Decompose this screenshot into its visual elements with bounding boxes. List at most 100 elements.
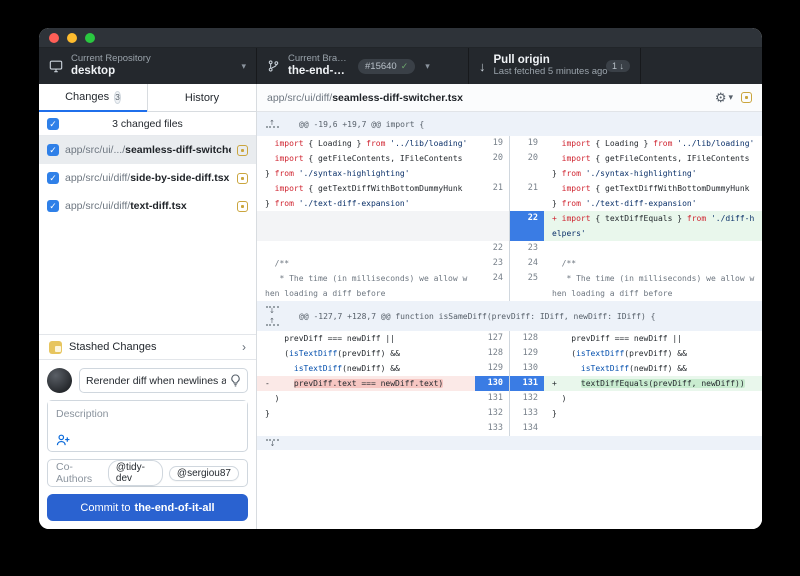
stash-icon [49, 340, 62, 354]
pull-request-number: #15640 [365, 60, 397, 72]
line-number[interactable]: 134 [510, 421, 544, 436]
line-number[interactable]: 21 [475, 181, 509, 211]
diff-code: prevDiff === newDiff || [265, 334, 396, 343]
chevron-down-icon: ▾ [425, 60, 430, 71]
current-repository-button[interactable]: Current Repository desktop ▾ [39, 48, 257, 84]
diff-code: * The time (in milliseconds) we allow w … [265, 274, 468, 298]
expand-up-button[interactable]: ↑ [265, 120, 279, 128]
line-number[interactable]: 130 [510, 361, 544, 376]
line-number[interactable]: 129 [475, 361, 509, 376]
file-path: app/src/ui/diff/side-by-side-diff.tsx [65, 172, 230, 184]
diff-options-button[interactable]: ⚙ ▾ [715, 90, 733, 106]
line-number[interactable]: 22 [510, 211, 544, 241]
diff-line: import { getFileContents, IFileContents … [257, 151, 762, 181]
tab-history-label: History [184, 91, 220, 104]
hunk-expand-gutter: ↓ ↑ [257, 306, 287, 326]
zoom-window-button[interactable] [85, 32, 95, 43]
minimize-window-button[interactable] [67, 32, 77, 43]
hunk-expand-gutter: ↑ [257, 120, 287, 128]
diff-left-side: * The time (in milliseconds) we allow w … [257, 271, 509, 301]
line-number[interactable]: 25 [510, 271, 544, 301]
file-checkbox[interactable] [47, 172, 59, 184]
diff-code: /** [265, 259, 290, 268]
line-number[interactable]: 19 [475, 136, 509, 151]
coauthor-pill[interactable]: @sergiou87 [168, 465, 239, 481]
pull-request-badge: #15640 ✓ [358, 58, 416, 74]
current-branch-name: the-end-of… [288, 64, 350, 77]
line-number[interactable]: 22 [475, 241, 509, 256]
commit-description-textarea[interactable] [48, 401, 247, 431]
line-number[interactable]: 128 [510, 331, 544, 346]
diff-code: import { Loading } from '../lib/loading' [561, 139, 755, 148]
diff-right-side: prevDiff === newDiff || 128 [510, 331, 762, 346]
line-number[interactable]: 133 [510, 406, 544, 421]
current-repository-label: Current Repository [71, 52, 151, 64]
diff-right-side: import { Loading } from '../lib/loading'… [510, 136, 762, 151]
diff-code: } [552, 409, 557, 418]
line-number[interactable]: 133 [475, 421, 509, 436]
line-number[interactable]: 19 [510, 136, 544, 151]
line-number[interactable]: 20 [475, 151, 509, 181]
coauthors-row: Co-Authors @tidy-dev @sergiou87 [47, 459, 248, 487]
diff-line: } 132} 133 [257, 406, 762, 421]
line-number[interactable]: 127 [475, 331, 509, 346]
tab-changes[interactable]: Changes 3 [39, 84, 147, 112]
current-branch-button[interactable]: Current Bra… the-end-of… #15640 ✓ ▾ [257, 48, 469, 84]
diff-code: import { getTextDiffWithBottomDummyHunk … [265, 184, 463, 208]
expand-down-button[interactable]: ↓ [265, 306, 279, 315]
diff-code: /** [552, 259, 577, 268]
line-number[interactable]: 128 [475, 346, 509, 361]
diff-line: import { getTextDiffWithBottomDummyHunk … [257, 181, 762, 211]
summary-field-box [79, 368, 248, 393]
commit-summary-input[interactable] [86, 374, 226, 387]
expand-up-button[interactable]: ↑ [265, 318, 279, 326]
file-row-seamless-diff-switcher[interactable]: app/src/ui/.../seamless-diff-switcher.ts… [39, 136, 256, 164]
select-all-checkbox[interactable] [47, 117, 59, 130]
pull-origin-button[interactable]: ↓ Pull origin Last fetched 5 minutes ago… [469, 48, 641, 84]
line-number[interactable]: 24 [510, 256, 544, 271]
diff-right-side: isTextDiff(newDiff) && 130 [510, 361, 762, 376]
close-window-button[interactable] [49, 32, 59, 43]
line-number[interactable]: 131 [475, 391, 509, 406]
arrow-down-icon: ↓ [479, 58, 486, 74]
file-row-side-by-side-diff[interactable]: app/src/ui/diff/side-by-side-diff.tsx [39, 164, 256, 192]
line-number[interactable]: 24 [475, 271, 509, 301]
hunk-header: ↑ @@ -19,6 +19,7 @@ import { [257, 112, 762, 136]
diff-line: + import { textDiffEquals } from './diff… [257, 211, 762, 241]
stashed-changes-row[interactable]: Stashed Changes › [39, 334, 256, 360]
arrow-down-icon: ↓ [269, 440, 276, 448]
diff-line: prevDiff === newDiff || 127 prevDiff === … [257, 331, 762, 346]
line-number[interactable]: 23 [475, 256, 509, 271]
expand-down-button[interactable]: ↓ [266, 439, 279, 448]
dotted-line [265, 324, 279, 326]
diff-line: import { Loading } from '../lib/loading'… [257, 136, 762, 151]
line-number[interactable]: 20 [510, 151, 544, 181]
changed-files-count: 3 changed files [112, 117, 183, 130]
tab-history[interactable]: History [147, 84, 256, 112]
coauthor-pill[interactable]: @tidy-dev [107, 460, 163, 486]
pull-count-badge: 1 ↓ [605, 60, 630, 72]
file-checkbox[interactable] [47, 144, 59, 156]
diff-pane: app/src/ui/diff/seamless-diff-switcher.t… [257, 84, 762, 529]
line-number[interactable]: 132 [475, 406, 509, 421]
diff-code: + import { textDiffEquals } from './diff… [552, 214, 755, 238]
diff-line: ) 131 ) 132 [257, 391, 762, 406]
line-number[interactable]: 130 [475, 376, 509, 391]
diff-file-path: app/src/ui/diff/seamless-diff-switcher.t… [267, 91, 463, 104]
line-number[interactable]: 131 [510, 376, 544, 391]
diff-code: + textDiffEquals(prevDiff, newDiff)) [552, 379, 745, 388]
add-coauthor-button[interactable] [56, 434, 70, 446]
file-row-text-diff[interactable]: app/src/ui/diff/text-diff.tsx [39, 192, 256, 220]
file-checkbox[interactable] [47, 200, 59, 212]
diff-right-side: + import { textDiffEquals } from './diff… [510, 211, 762, 241]
diff-left-side: 133 [257, 421, 509, 436]
line-number[interactable]: 132 [510, 391, 544, 406]
diff-left-side: isTextDiff(newDiff) && 129 [257, 361, 509, 376]
line-number[interactable]: 21 [510, 181, 544, 211]
commit-button[interactable]: Commit to the-end-of-it-all [47, 494, 248, 521]
line-number[interactable]: 129 [510, 346, 544, 361]
line-number[interactable] [475, 211, 509, 241]
diff-file-header: app/src/ui/diff/seamless-diff-switcher.t… [257, 84, 762, 112]
line-number[interactable]: 23 [510, 241, 544, 256]
traffic-lights [49, 32, 95, 43]
